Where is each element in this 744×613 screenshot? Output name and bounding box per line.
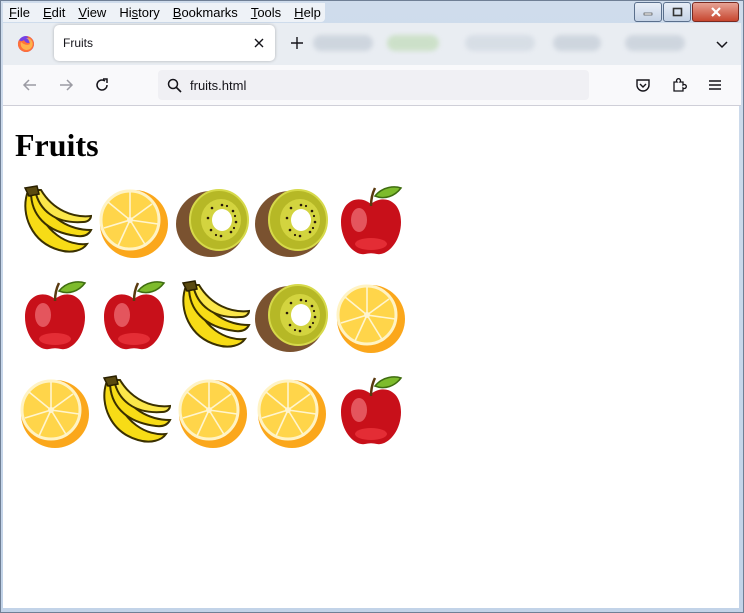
menu-item-bookmarks[interactable]: Bookmarks (173, 3, 238, 22)
orange-image (173, 374, 252, 469)
kiwi-icon (175, 189, 249, 257)
close-tab-icon[interactable] (252, 36, 266, 50)
navigation-toolbar (3, 65, 741, 106)
banana-icon (181, 280, 251, 348)
window-controls (634, 2, 739, 22)
menu-bar: File Edit View History Bookmarks Tools Help (3, 2, 633, 22)
chevron-down-icon[interactable] (715, 37, 729, 51)
tab-title: Fruits (63, 36, 93, 50)
kiwi-image (173, 184, 252, 279)
banana-image (173, 279, 252, 374)
close-window-button[interactable] (692, 2, 739, 22)
orange-image (15, 374, 94, 469)
banana-icon (23, 185, 93, 253)
menu-item-help[interactable]: Help (294, 3, 321, 22)
maximize-icon (672, 7, 682, 17)
orange-icon (20, 379, 89, 448)
orange-image (331, 279, 410, 374)
page-content: Fruits (3, 106, 739, 608)
orange-image (94, 184, 173, 279)
orange-icon (257, 379, 326, 448)
page-title: Fruits (15, 127, 99, 163)
banana-image (15, 184, 94, 279)
address-bar[interactable] (158, 70, 589, 100)
apple-icon (340, 186, 402, 255)
browser-window: File Edit View History Bookmarks Tools Help Fr… (0, 0, 744, 613)
tab-strip: Fruits (3, 23, 741, 65)
blurred-tabs (305, 31, 705, 57)
orange-icon (99, 189, 168, 258)
search-icon (167, 78, 182, 93)
orange-image (252, 374, 331, 469)
minimize-icon (643, 12, 653, 16)
kiwi-icon (254, 189, 328, 257)
reload-icon[interactable] (94, 77, 110, 93)
extensions-icon[interactable] (671, 77, 687, 93)
menu-item-history[interactable]: History (119, 3, 159, 22)
banana-icon (102, 375, 172, 443)
apple-image (331, 374, 410, 469)
orange-icon (336, 284, 405, 353)
menu-items: File Edit View History Bookmarks Tools Help (3, 2, 325, 22)
apple-icon (103, 281, 165, 350)
tab-fruits[interactable]: Fruits (54, 25, 275, 61)
forward-icon[interactable] (58, 77, 74, 93)
close-icon (710, 7, 721, 17)
kiwi-icon (254, 284, 328, 352)
menu-icon[interactable] (707, 77, 723, 93)
kiwi-image (252, 279, 331, 374)
apple-image (331, 184, 410, 279)
url-input[interactable] (190, 76, 570, 94)
fruit-grid (15, 184, 410, 469)
apple-icon (340, 376, 402, 445)
menu-item-edit[interactable]: Edit (43, 3, 65, 22)
maximize-button[interactable] (663, 2, 691, 22)
minimize-button[interactable] (634, 2, 662, 22)
apple-image (94, 279, 173, 374)
back-icon[interactable] (22, 77, 38, 93)
orange-icon (178, 379, 247, 448)
apple-image (15, 279, 94, 374)
pocket-icon[interactable] (635, 77, 651, 93)
new-tab-icon[interactable] (289, 35, 305, 51)
menu-item-view[interactable]: View (78, 3, 106, 22)
kiwi-image (252, 184, 331, 279)
menu-item-file[interactable]: File (9, 3, 30, 22)
apple-icon (24, 281, 86, 350)
menu-item-tools[interactable]: Tools (251, 3, 281, 22)
firefox-icon[interactable] (17, 35, 35, 53)
banana-image (94, 374, 173, 469)
